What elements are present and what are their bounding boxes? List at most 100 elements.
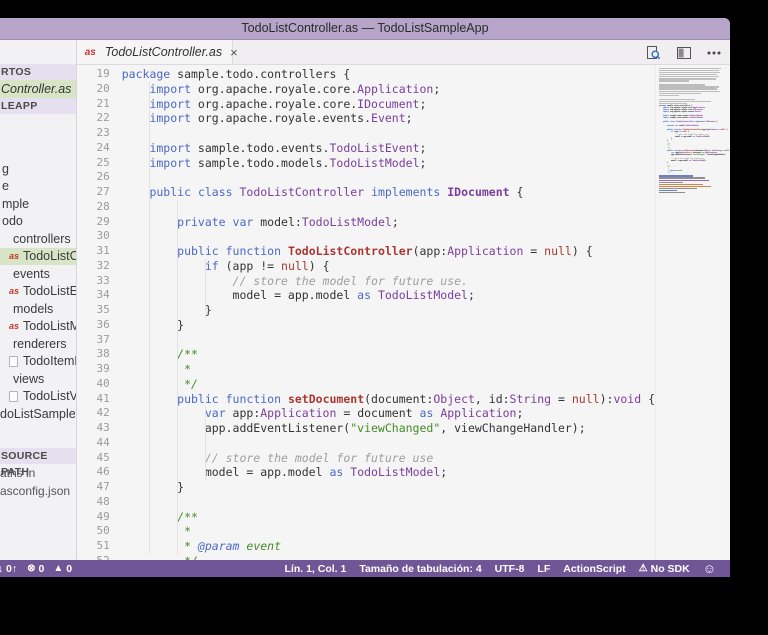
code-line[interactable]: /** (122, 510, 655, 525)
code-line[interactable] (122, 126, 655, 141)
tree-item-label: TodoListController.as (23, 249, 76, 264)
tree-item[interactable]: odo (0, 213, 76, 231)
feedback-smiley-icon[interactable]: ☺ (703, 562, 716, 575)
file-tree: gempleodocontrollersasTodoListController… (0, 160, 76, 423)
split-editor-icon[interactable] (676, 45, 692, 61)
as-file-icon: as (9, 321, 20, 332)
tree-item[interactable]: renderers (0, 335, 76, 353)
tree-item-label: views (13, 371, 45, 386)
code-line[interactable] (122, 495, 655, 510)
code-line[interactable]: public function setDocument(document:Obj… (122, 392, 655, 407)
status-item[interactable]: ActionScript (563, 563, 625, 575)
tree-item[interactable]: views (0, 370, 76, 388)
indent-guide (204, 258, 206, 318)
tree-item[interactable]: asTodoListEvent.as (0, 283, 76, 301)
status-item[interactable]: LF (537, 563, 550, 575)
line-number: 47 (96, 480, 110, 493)
line-number: 43 (96, 421, 110, 434)
tab-close-icon[interactable]: × (230, 46, 238, 59)
line-number: 24 (96, 140, 110, 154)
window-titlebar[interactable]: TodoListController.as — TodoListSampleAp… (0, 18, 730, 40)
tree-item[interactable]: asTodoListController.as (0, 247, 76, 265)
tab-todolistcontroller[interactable]: as TodoListController.as × (76, 40, 238, 64)
line-number: 27 (96, 185, 110, 198)
code-line[interactable]: import sample.todo.models.TodoListModel; (122, 156, 655, 171)
status-item[interactable]: Lín. 1, Col. 1 (284, 563, 346, 575)
code-line[interactable]: package sample.todo.controllers { (122, 67, 655, 82)
code-line[interactable] (122, 200, 655, 215)
problems-status[interactable]: ⊗ 0 ▲ 0 (27, 563, 72, 575)
minimap-extra (659, 175, 730, 194)
tab-label: TodoListController.as (104, 45, 223, 59)
tree-item[interactable]: controllers (0, 230, 76, 248)
code-line[interactable]: /** (122, 347, 655, 362)
tree-item[interactable]: models (0, 300, 76, 318)
tree-item-label: mple (2, 196, 30, 211)
code-line[interactable] (122, 333, 655, 348)
tree-item[interactable]: TodoItemRenderer.mxml (0, 353, 76, 371)
line-number: 45 (96, 450, 110, 464)
line-number: 26 (96, 170, 110, 184)
tree-item[interactable]: asTodoListModel.as (0, 318, 76, 336)
tree-item[interactable]: mple (0, 195, 76, 213)
code-line[interactable]: // store the model for future use. (122, 274, 655, 289)
status-bar: 0↓ 0↑ ⊗ 0 ▲ 0 Lín. 1, Col. 1 Tamaño de ta… (0, 560, 730, 577)
indent-guide (204, 406, 206, 481)
code-line[interactable]: */ (122, 377, 655, 392)
code-line[interactable]: } (122, 318, 655, 333)
status-item[interactable]: Tamaño de tabulación: 4 (359, 563, 481, 575)
code-line[interactable] (122, 229, 655, 244)
status-item[interactable]: UTF-8 (495, 563, 525, 575)
code-line[interactable]: model = app.model as TodoListModel; (122, 288, 655, 303)
code-line[interactable]: model = app.model as TodoListModel; (122, 465, 655, 480)
tree-item[interactable]: doListSampleApp.mxml (0, 405, 76, 423)
open-preview-icon[interactable] (645, 45, 662, 61)
source-path-header[interactable]: SOURCE PATH (0, 447, 76, 478)
indent-guide (177, 199, 179, 554)
code-line[interactable]: import org.apache.royale.events.Event; (122, 111, 655, 126)
code-editor[interactable]: package sample.todo.controllers { import… (122, 65, 655, 560)
open-editor-item[interactable]: Controller.as src/main/royal… (0, 80, 76, 98)
code-line[interactable]: public function TodoListController(app:A… (122, 244, 655, 259)
status-item[interactable]: ⚠ No SDK (639, 563, 690, 575)
tree-item-label: events (13, 266, 50, 281)
code-line[interactable]: // store the model for future use (122, 451, 655, 466)
tree-item[interactable]: TodoListView.mxml (0, 388, 76, 406)
code-line[interactable]: private var model:TodoListModel; (122, 215, 655, 230)
line-number: 19 (96, 67, 110, 80)
open-editors-header[interactable]: RTOS (0, 64, 76, 80)
minimap[interactable]: package sample.todo.controllers { import… (655, 65, 730, 560)
code-line[interactable]: if (app != null) { (122, 259, 655, 274)
more-actions-icon[interactable] (706, 45, 722, 61)
tree-item-label: g (2, 161, 9, 176)
project-header[interactable]: LEAPP (0, 98, 76, 114)
code-line[interactable]: * @param event (122, 539, 655, 554)
tree-item[interactable]: g (0, 160, 76, 178)
git-sync-status[interactable]: 0↓ 0↑ (0, 563, 17, 575)
code-line[interactable]: import org.apache.royale.core.IDocument; (122, 97, 655, 112)
code-line[interactable]: app.addEventListener("viewChanged", view… (122, 421, 655, 436)
code-line[interactable]: * (122, 362, 655, 377)
source-path-item[interactable]: aths in asconfig.json (0, 464, 76, 498)
code-line[interactable] (122, 436, 655, 451)
tree-item[interactable]: events (0, 265, 76, 283)
code-line[interactable]: } (122, 480, 655, 495)
tree-item[interactable]: e (0, 178, 76, 196)
code-line[interactable]: } (122, 303, 655, 318)
file-icon (9, 390, 18, 402)
code-line[interactable]: import org.apache.royale.core.Applicatio… (122, 82, 655, 97)
code-line[interactable]: * (122, 524, 655, 539)
line-number: 36 (96, 317, 110, 331)
minimap-comment-block (659, 68, 730, 105)
window-title: TodoListController.as — TodoListSampleAp… (241, 21, 489, 35)
code-line[interactable]: public class TodoListController implemen… (122, 185, 655, 200)
code-line[interactable] (122, 170, 655, 185)
code-line[interactable]: var app:Application = document as Applic… (122, 406, 655, 421)
indent-guide (149, 81, 151, 554)
tree-item-label: odo (2, 214, 23, 229)
tab-bar: as TodoListController.as × (76, 40, 730, 65)
tree-item-label: TodoListEvent.as (23, 284, 76, 299)
errors-icon: ⊗ (27, 563, 36, 574)
code-line[interactable]: import sample.todo.events.TodoListEvent; (122, 141, 655, 156)
code-line[interactable]: */ (122, 554, 655, 560)
